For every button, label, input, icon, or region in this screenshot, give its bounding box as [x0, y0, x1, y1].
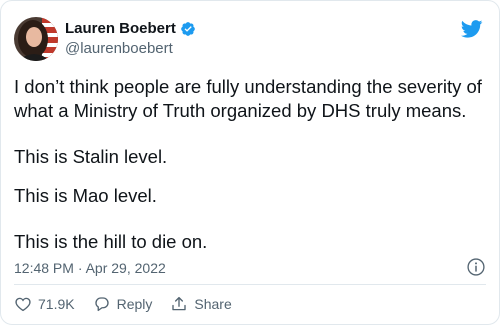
author-name[interactable]: Lauren Boebert [65, 20, 196, 38]
reply-button[interactable]: Reply [93, 295, 153, 313]
tweet-card: Lauren Boebert @laurenboebert I don’t th… [0, 0, 500, 325]
reply-label: Reply [116, 296, 153, 312]
author-handle[interactable]: @laurenboebert [65, 40, 173, 58]
tweet-paragraph: This is Mao level. [14, 185, 157, 206]
avatar[interactable] [14, 17, 58, 61]
tweet-paragraph: This is the hill to die on. [14, 231, 208, 252]
info-icon[interactable] [466, 257, 486, 277]
share-label: Share [194, 296, 232, 312]
twitter-bird-icon[interactable] [461, 20, 483, 38]
verified-badge-icon [181, 22, 195, 36]
tweet-paragraph: This is Stalin level. [14, 146, 168, 167]
reply-icon [94, 297, 109, 312]
author-name-text: Lauren Boebert [65, 20, 176, 37]
like-count: 71.9K [38, 296, 75, 312]
share-button[interactable]: Share [170, 295, 232, 313]
tweet-actions: 71.9K Reply Share [14, 295, 250, 313]
like-button[interactable]: 71.9K [14, 295, 75, 313]
share-icon [172, 296, 187, 311]
tweet-paragraph: I don’t think people are fully understan… [14, 76, 482, 121]
divider [14, 284, 486, 285]
tweet-timestamp[interactable]: 12:48 PM · Apr 29, 2022 [14, 259, 166, 277]
heart-icon [15, 297, 31, 312]
